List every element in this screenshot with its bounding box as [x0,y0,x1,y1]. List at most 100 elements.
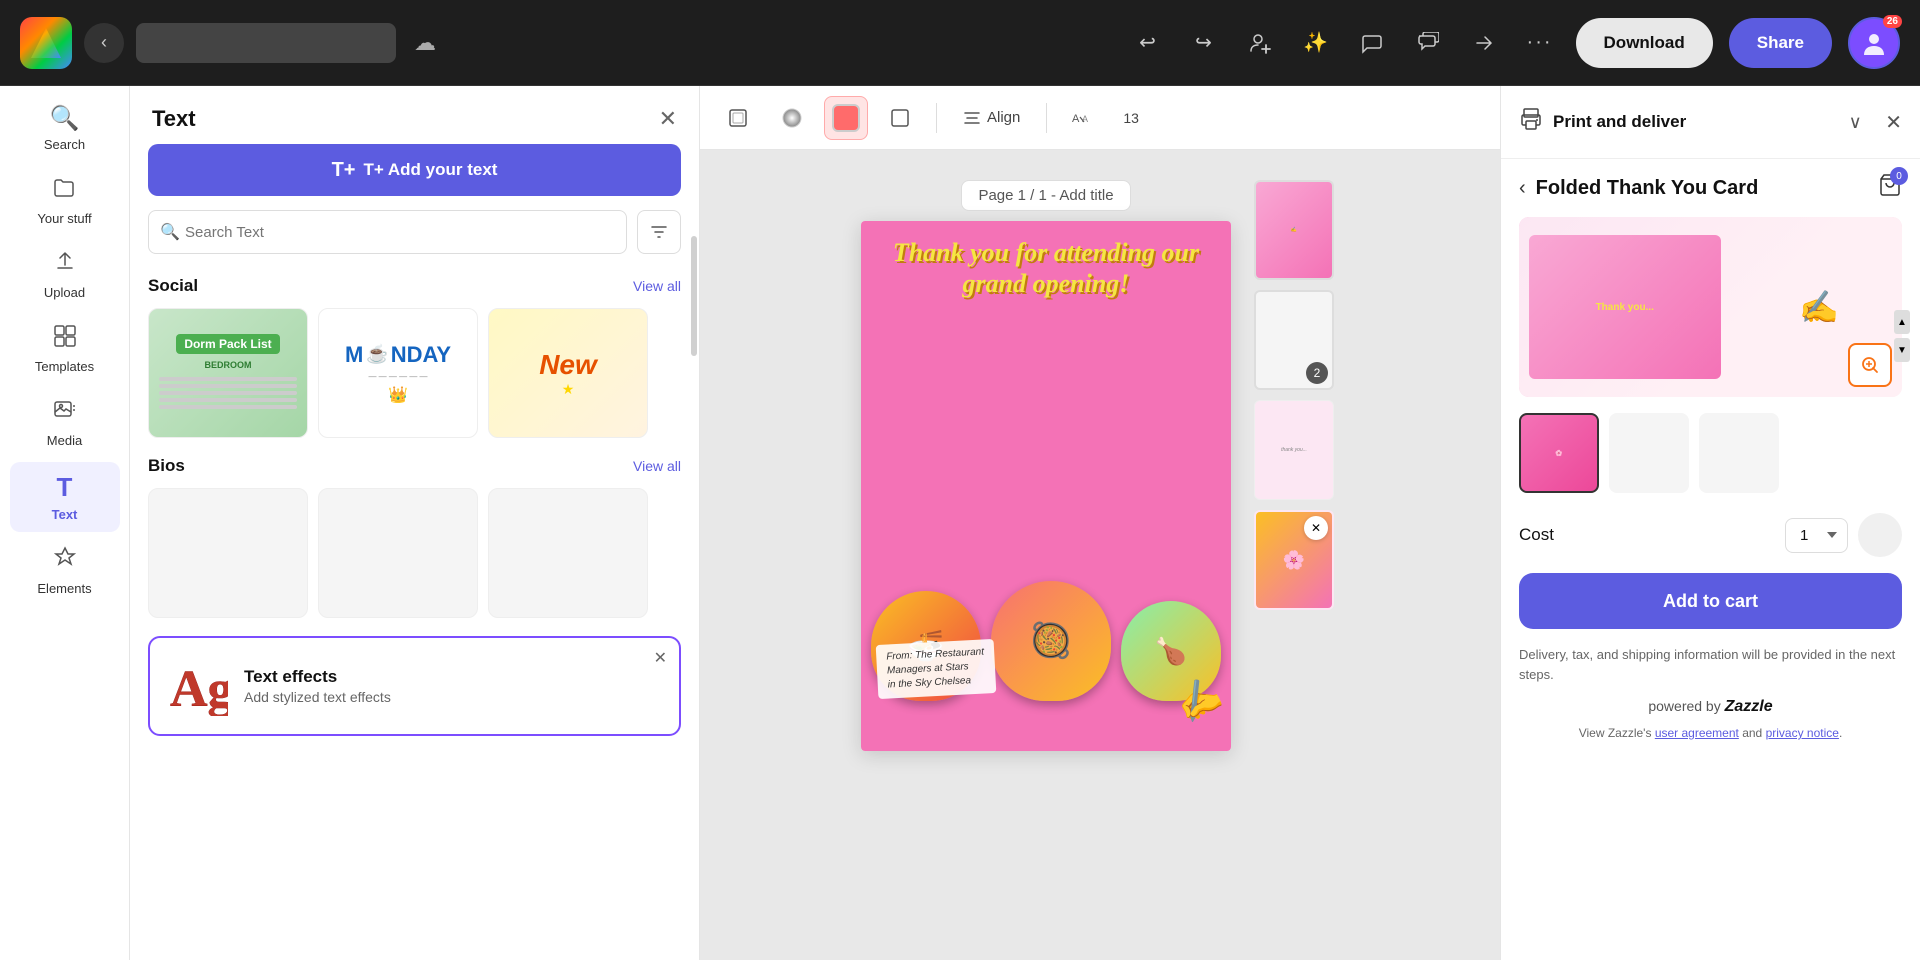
thumbnail-sidebar: ✍️ 2 thank you... 🌸 ✕ [1249,180,1339,610]
add-text-button[interactable]: T+ T+ Add your text [148,144,681,196]
preview-thumb-3[interactable] [1699,413,1779,493]
quantity-select[interactable]: 1 2 3 5 10 [1785,518,1848,553]
close-panel-button[interactable]: ✕ [659,106,677,132]
share-template-button[interactable] [1464,23,1504,63]
bios-section-header: Bios View all [148,456,681,476]
sidebar-item-your-stuff[interactable]: Your stuff [10,166,120,236]
user-avatar[interactable]: 26 [1848,17,1900,69]
sidebar-item-media[interactable]: Media [10,388,120,458]
cost-label: Cost [1519,525,1775,545]
monday-cup: ☕ [366,344,388,365]
panel-collapse-button[interactable]: ∨ [1835,102,1875,142]
user-agreement-link[interactable]: user agreement [1655,726,1739,740]
panel-header: Text ✕ [130,86,699,144]
social-view-all[interactable]: View all [633,278,681,294]
thumbnail-card-3[interactable]: thank you... [1254,400,1334,500]
svg-text:Ag: Ag [170,661,228,716]
sidebar-item-upload[interactable]: Upload [10,240,120,310]
text-panel: Text ✕ T+ T+ Add your text 🔍 Social View… [130,86,700,960]
sidebar-label-templates: Templates [35,359,94,374]
text-effects-close-button[interactable]: ✕ [654,648,667,668]
undo-button[interactable]: ↩ [1128,23,1168,63]
sidebar-label-upload: Upload [44,285,85,300]
frame-tool-button[interactable] [716,96,760,140]
text-search-input[interactable] [148,210,627,254]
nav-back-button[interactable]: ‹ [84,23,124,63]
food-bowl-2: 🥘 [991,581,1111,701]
search-input-icon: 🔍 [160,222,180,242]
cloud-save-icon: ☁ [414,30,436,56]
toolbar-divider-1 [936,103,937,133]
magic-button[interactable]: ✨ [1296,23,1336,63]
right-panel-close-button[interactable]: ✕ [1885,110,1902,135]
sidebar-item-templates[interactable]: Templates [10,314,120,384]
sidebar-item-text[interactable]: T Text [10,462,120,532]
add-text-label: T+ Add your text [363,160,497,180]
add-collaborator-button[interactable] [1240,23,1280,63]
page-title-bar[interactable]: Page 1 / 1 - Add title [961,180,1130,211]
cart-button[interactable]: 0 [1878,173,1902,203]
sidebar-label-media: Media [47,433,82,448]
redo-button[interactable]: ↪ [1184,23,1224,63]
document-title-input[interactable] [136,23,396,63]
template-card-monday[interactable]: M ☕ NDAY — — — — — — 👑 [318,308,478,438]
canvas-toolbar: Align AA 13 [700,86,1500,150]
share-button[interactable]: Share [1729,18,1832,68]
text-effects-card[interactable]: ✕ Ag Text effects Add stylized text effe… [148,636,681,736]
panel-title: Text [152,106,196,132]
new-star: ★ [562,381,575,398]
template-card-dorm[interactable]: Dorm Pack List BEDROOM [148,308,308,438]
zoom-preview-button[interactable] [1848,343,1892,387]
bios-card-2[interactable] [318,488,478,618]
monday-content: M ☕ NDAY [345,342,451,368]
sidebar-item-elements[interactable]: Elements [10,536,120,606]
border-button[interactable] [878,96,922,140]
remove-thumbnail-button[interactable]: ✕ [1304,516,1328,540]
media-icon [53,398,77,429]
legal-prefix: View Zazzle's [1579,726,1655,740]
product-back-button[interactable]: ‹ [1519,177,1526,200]
thumbnail-card-2[interactable]: 2 [1254,290,1334,390]
design-page[interactable]: Thank you for attending our grand openin… [861,221,1231,751]
powered-by-zazzle: powered by Zazzle [1519,698,1902,716]
canvas-area: Align AA 13 Page 1 / 1 - Add title Thank… [700,86,1500,960]
template-card-new[interactable]: New ★ [488,308,648,438]
sidebar-item-search[interactable]: 🔍 Search [10,94,120,162]
folder-icon [53,176,77,207]
align-button[interactable]: Align [951,98,1032,138]
more-options-button[interactable]: ··· [1520,23,1560,63]
cost-price-placeholder [1858,513,1902,557]
bios-card-3[interactable] [488,488,648,618]
monday-lines: — — — — — — [368,372,427,381]
preview-thumb-2[interactable] [1609,413,1689,493]
color-swatch-button[interactable] [824,96,868,140]
legal-text: View Zazzle's user agreement and privacy… [1519,726,1902,740]
sidebar-label-text: Text [52,507,78,522]
scroll-up-button[interactable]: ▲ [1894,310,1910,334]
download-button[interactable]: Download [1576,18,1713,68]
text-effects-title: Text effects [244,667,663,687]
filter-button[interactable] [637,210,681,254]
thumbnail-card-1[interactable]: ✍️ [1254,180,1334,280]
preview-card-face: Thank you... [1529,235,1721,379]
comment-button[interactable] [1352,23,1392,63]
powered-by-prefix: powered by [1648,698,1724,714]
add-to-cart-button[interactable]: Add to cart [1519,573,1902,629]
right-panel: Print and deliver ∨ ✕ ‹ Folded Thank You… [1500,86,1920,960]
scroll-down-button[interactable]: ▼ [1894,338,1910,362]
translate-button[interactable]: AA [1061,96,1105,140]
bios-view-all[interactable]: View all [633,458,681,474]
right-panel-title: Print and deliver [1553,112,1825,132]
product-title: Folded Thank You Card [1536,177,1868,200]
comments-icon-button[interactable] [1408,23,1448,63]
new-text: New [539,349,597,381]
preview-thumb-1[interactable]: 🌸 [1519,413,1599,493]
bios-card-1[interactable] [148,488,308,618]
color-wheel-button[interactable] [770,96,814,140]
logo-button[interactable] [20,17,72,69]
preview-large-image: Thank you... ✍️ [1519,217,1902,397]
preview-thumbnails: 🌸 [1519,413,1902,493]
svg-text:A: A [1072,113,1080,125]
thumbnail-card-4[interactable]: 🌸 ✕ [1254,510,1334,610]
privacy-notice-link[interactable]: privacy notice [1766,726,1839,740]
